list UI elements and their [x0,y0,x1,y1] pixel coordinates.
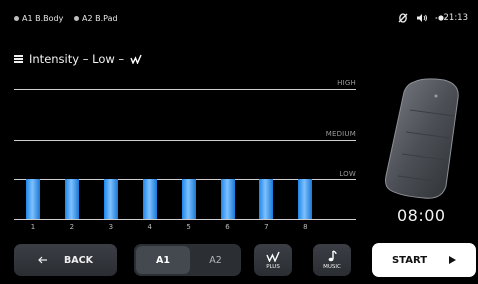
level-label-medium: MEDIUM [325,130,356,138]
status-bar: A1 B.Body A2 B.Pad 21:13 [0,0,478,38]
chart-bar [298,179,313,219]
start-button[interactable]: START [372,243,476,277]
volume-icon [417,14,427,22]
chart-baseline [14,219,356,220]
play-icon [449,256,457,264]
connection-dot-icon [14,16,19,21]
clock: 21:13 [443,13,469,23]
start-label: START [391,254,428,266]
chart-bar [103,179,118,219]
chart-bar [259,179,274,219]
status-a1-label: A1 B.Body [22,14,64,23]
music-label: MUSIC [323,264,341,270]
status-device-a2: A2 B.Pad [74,14,118,23]
chart-x-tick-label: 6 [225,223,230,231]
back-button[interactable]: BACK [14,244,117,276]
chart-bar [181,179,196,219]
a2-label: A2 [209,254,222,266]
chart-x-tick-label: 1 [30,223,36,231]
bluetooth-off-icon [398,13,408,23]
channel-a2-button[interactable]: A2 [192,246,239,274]
music-button[interactable]: MUSIC [313,244,351,276]
chart-x-tick-label: 4 [147,223,152,231]
bottom-bar: BACK A1 A2 PLUS MUSIC START [0,238,478,284]
intensity-wave-icon [266,251,280,262]
chart-x-tick-label: 5 [186,223,191,231]
status-device-a1: A1 B.Body [14,14,63,23]
plus-label: PLUS [266,263,280,270]
channel-selector: A1 A2 [134,244,241,276]
session-timer: 08:00 [397,206,446,225]
chart-bar [26,179,40,219]
chart-x-tick-label: 2 [69,223,75,231]
back-label: BACK [64,254,93,266]
chart-bar [142,179,157,219]
plus-button[interactable]: PLUS [254,244,292,276]
chart-bar [220,179,235,219]
chart-bar [64,179,79,219]
level-line-medium [14,140,356,141]
chart-x-tick-label: 3 [108,223,114,231]
music-note-icon [328,250,337,262]
chart-x-tick-label: 8 [303,223,308,231]
status-a2-label: A2 B.Pad [82,14,118,23]
channel-a1-button[interactable]: A1 [136,246,190,274]
device-pad-icon [385,78,459,199]
level-line-high [14,89,356,90]
level-label-low: LOW [339,170,356,178]
connection-dot-icon [74,16,79,21]
chart-x-tick-label: 7 [264,223,269,231]
level-label-high: HIGH [337,79,356,87]
arrow-left-icon [38,256,48,264]
a1-label: A1 [156,254,170,266]
